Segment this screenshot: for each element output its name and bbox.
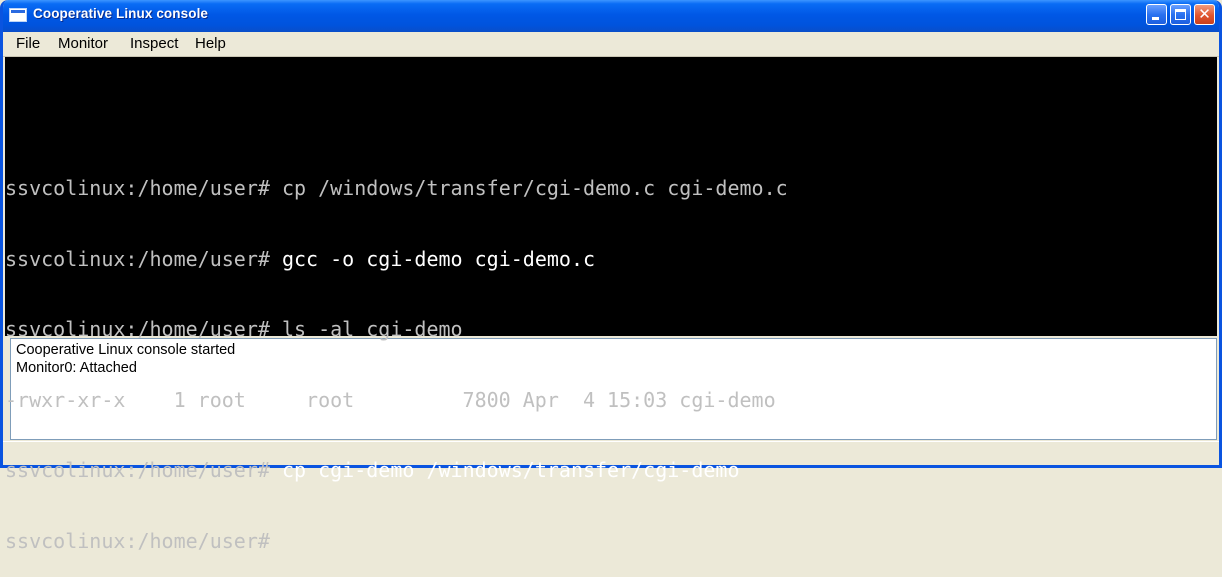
close-icon: ✕ bbox=[1198, 5, 1211, 23]
window-title: Cooperative Linux console bbox=[33, 6, 209, 21]
terminal-command: ls -al cgi-demo bbox=[281, 317, 463, 341]
terminal-line: ssvcolinux:/home/user# cp cgi-demo /wind… bbox=[5, 458, 788, 483]
terminal-prompt: ssvcolinux:/home/user# bbox=[5, 246, 270, 271]
close-button[interactable]: ✕ bbox=[1194, 4, 1215, 25]
terminal-prompt: ssvcolinux:/home/user# bbox=[5, 528, 270, 553]
terminal-line: ssvcolinux:/home/user# ls -al cgi-demo bbox=[5, 317, 788, 342]
terminal-area-top bbox=[5, 57, 1217, 99]
terminal-line: -rwxr-xr-x 1 root root 7800 Apr 4 15:03 … bbox=[5, 387, 788, 413]
terminal-line: ssvcolinux:/home/user# cp /windows/trans… bbox=[5, 176, 788, 201]
menu-file[interactable]: File bbox=[14, 35, 42, 52]
title-bar[interactable]: Cooperative Linux console ✕ bbox=[3, 0, 1219, 32]
terminal-command: cp cgi-demo /windows/transfer/cgi-demo bbox=[281, 458, 740, 482]
maximize-icon bbox=[1175, 9, 1186, 20]
terminal-line: ssvcolinux:/home/user# gcc -o cgi-demo c… bbox=[5, 246, 788, 272]
menu-bar: File Monitor Inspect Help bbox=[3, 32, 1219, 57]
terminal-output: ssvcolinux:/home/user# cp /windows/trans… bbox=[5, 130, 788, 577]
menu-help[interactable]: Help bbox=[193, 35, 228, 52]
terminal-command: gcc -o cgi-demo cgi-demo.c bbox=[281, 246, 596, 271]
terminal-output-line: -rwxr-xr-x 1 root root 7800 Apr 4 15:03 … bbox=[5, 387, 776, 412]
minimize-icon bbox=[1152, 17, 1159, 20]
terminal-prompt: ssvcolinux:/home/user# bbox=[5, 317, 270, 341]
menu-inspect[interactable]: Inspect bbox=[128, 35, 180, 52]
maximize-button[interactable] bbox=[1170, 4, 1191, 25]
terminal-prompt: ssvcolinux:/home/user# bbox=[5, 458, 270, 482]
terminal-command: cp /windows/transfer/cgi-demo.c cgi-demo… bbox=[281, 176, 788, 200]
terminal-line: ssvcolinux:/home/user# bbox=[5, 528, 788, 554]
console-window-icon bbox=[9, 8, 27, 22]
minimize-button[interactable] bbox=[1146, 4, 1167, 25]
terminal-prompt: ssvcolinux:/home/user# bbox=[5, 176, 270, 200]
menu-monitor[interactable]: Monitor bbox=[56, 35, 110, 52]
